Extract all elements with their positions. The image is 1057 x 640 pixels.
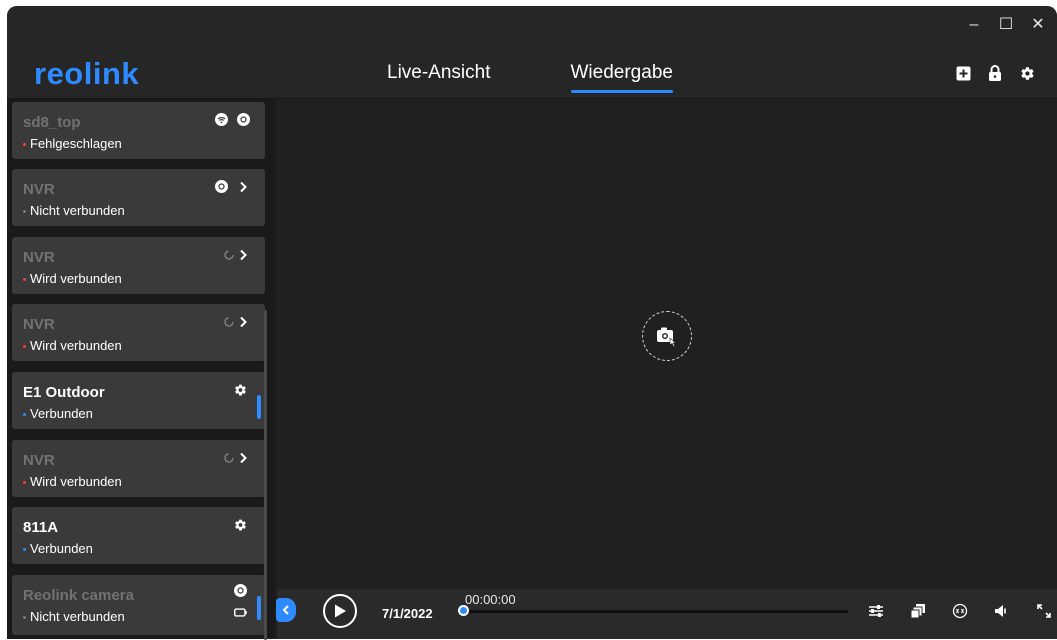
- playback-controls: [868, 603, 1052, 619]
- adjust-icon[interactable]: [868, 603, 884, 619]
- device-name: 811A: [23, 519, 59, 536]
- lock-icon[interactable]: [987, 65, 1003, 81]
- chevron-left-icon: [282, 605, 289, 615]
- snapshot-button[interactable]: [642, 311, 692, 361]
- device-card[interactable]: NVR Wird verbunden: [12, 440, 265, 497]
- device-status: Verbunden: [23, 406, 93, 421]
- device-status: Wird verbunden: [23, 474, 122, 489]
- status-dot: [23, 616, 26, 620]
- device-card[interactable]: 811A Verbunden: [12, 507, 265, 564]
- reolink-logo: reolink: [34, 56, 140, 91]
- playback-time: 00:00:00: [465, 592, 516, 607]
- close-button[interactable]: ✕: [1029, 16, 1047, 34]
- device-name: sd8_top: [23, 114, 81, 131]
- loading-icon: [222, 315, 235, 328]
- device-name: NVR: [23, 181, 55, 198]
- device-card[interactable]: NVR Wird verbunden: [12, 304, 265, 361]
- main-tabs: Live-Ansicht Wiedergabe: [387, 62, 674, 93]
- status-dot: [23, 345, 26, 349]
- status-dot: [23, 210, 26, 214]
- add-device-icon[interactable]: [955, 65, 971, 81]
- timeline-knob[interactable]: [458, 605, 469, 616]
- camera-icon: [657, 327, 677, 347]
- timeline-track[interactable]: [463, 610, 848, 613]
- play-icon: [335, 604, 346, 618]
- device-status: Verbunden: [23, 541, 93, 556]
- battery-icon: [234, 584, 247, 597]
- battery-icon: [215, 180, 228, 193]
- chevron-right-icon[interactable]: [237, 180, 250, 193]
- app-window: reolink Live-Ansicht Wiedergabe – ☐ ✕ sd…: [7, 6, 1057, 639]
- status-dot: [23, 278, 26, 282]
- playback-date[interactable]: 7/1/2022: [382, 606, 433, 621]
- tab-playback[interactable]: Wiedergabe: [570, 62, 674, 93]
- device-card[interactable]: E1 Outdoor Verbunden: [12, 372, 265, 429]
- status-dot: [23, 413, 26, 417]
- header: reolink Live-Ansicht Wiedergabe: [7, 6, 1057, 99]
- chevron-right-icon[interactable]: [237, 451, 250, 464]
- device-status: Fehlgeschlagen: [23, 136, 122, 151]
- device-card[interactable]: NVR Nicht verbunden: [12, 169, 265, 226]
- device-status: Nicht verbunden: [23, 203, 125, 218]
- maximize-button[interactable]: ☐: [997, 16, 1015, 34]
- status-dot: [23, 143, 26, 147]
- device-name: NVR: [23, 452, 55, 469]
- settings-icon[interactable]: [1019, 65, 1035, 81]
- header-icons: [955, 65, 1035, 81]
- card-scroll-indicator: [257, 395, 261, 419]
- battery-level-icon: [234, 606, 247, 619]
- device-card[interactable]: sd8_top Fehlgeschlagen: [12, 102, 265, 159]
- play-button[interactable]: [323, 594, 357, 628]
- device-card[interactable]: NVR Wird verbunden: [12, 237, 265, 294]
- battery-icon: [237, 113, 250, 126]
- speed-icon[interactable]: [952, 603, 968, 619]
- tab-live-view[interactable]: Live-Ansicht: [387, 62, 491, 84]
- gear-icon[interactable]: [234, 383, 247, 396]
- chevron-right-icon[interactable]: [237, 315, 250, 328]
- device-name: E1 Outdoor: [23, 384, 105, 401]
- loading-icon: [222, 451, 235, 464]
- card-scroll-indicator: [257, 596, 261, 620]
- device-sidebar: sd8_top Fehlgeschlagen NVR Nicht verbund…: [7, 99, 275, 639]
- sidebar-scrollbar[interactable]: [264, 310, 267, 640]
- device-name: Reolink camera: [23, 587, 134, 604]
- status-dot: [23, 548, 26, 552]
- status-dot: [23, 481, 26, 485]
- loading-icon: [222, 248, 235, 261]
- volume-icon[interactable]: [994, 603, 1010, 619]
- chevron-right-icon[interactable]: [237, 248, 250, 261]
- fullscreen-icon[interactable]: [1036, 603, 1052, 619]
- window-controls: – ☐ ✕: [965, 16, 1047, 34]
- collapse-sidebar-button[interactable]: [276, 598, 296, 622]
- device-name: NVR: [23, 249, 55, 266]
- gear-icon[interactable]: [234, 518, 247, 531]
- clip-icon[interactable]: [910, 603, 926, 619]
- device-card[interactable]: Reolink camera Nicht verbunden: [12, 575, 265, 635]
- device-name: NVR: [23, 316, 55, 333]
- device-status: Wird verbunden: [23, 338, 122, 353]
- wifi-icon: [215, 113, 228, 126]
- minimize-button[interactable]: –: [965, 16, 983, 34]
- device-status: Wird verbunden: [23, 271, 122, 286]
- device-status: Nicht verbunden: [23, 609, 125, 624]
